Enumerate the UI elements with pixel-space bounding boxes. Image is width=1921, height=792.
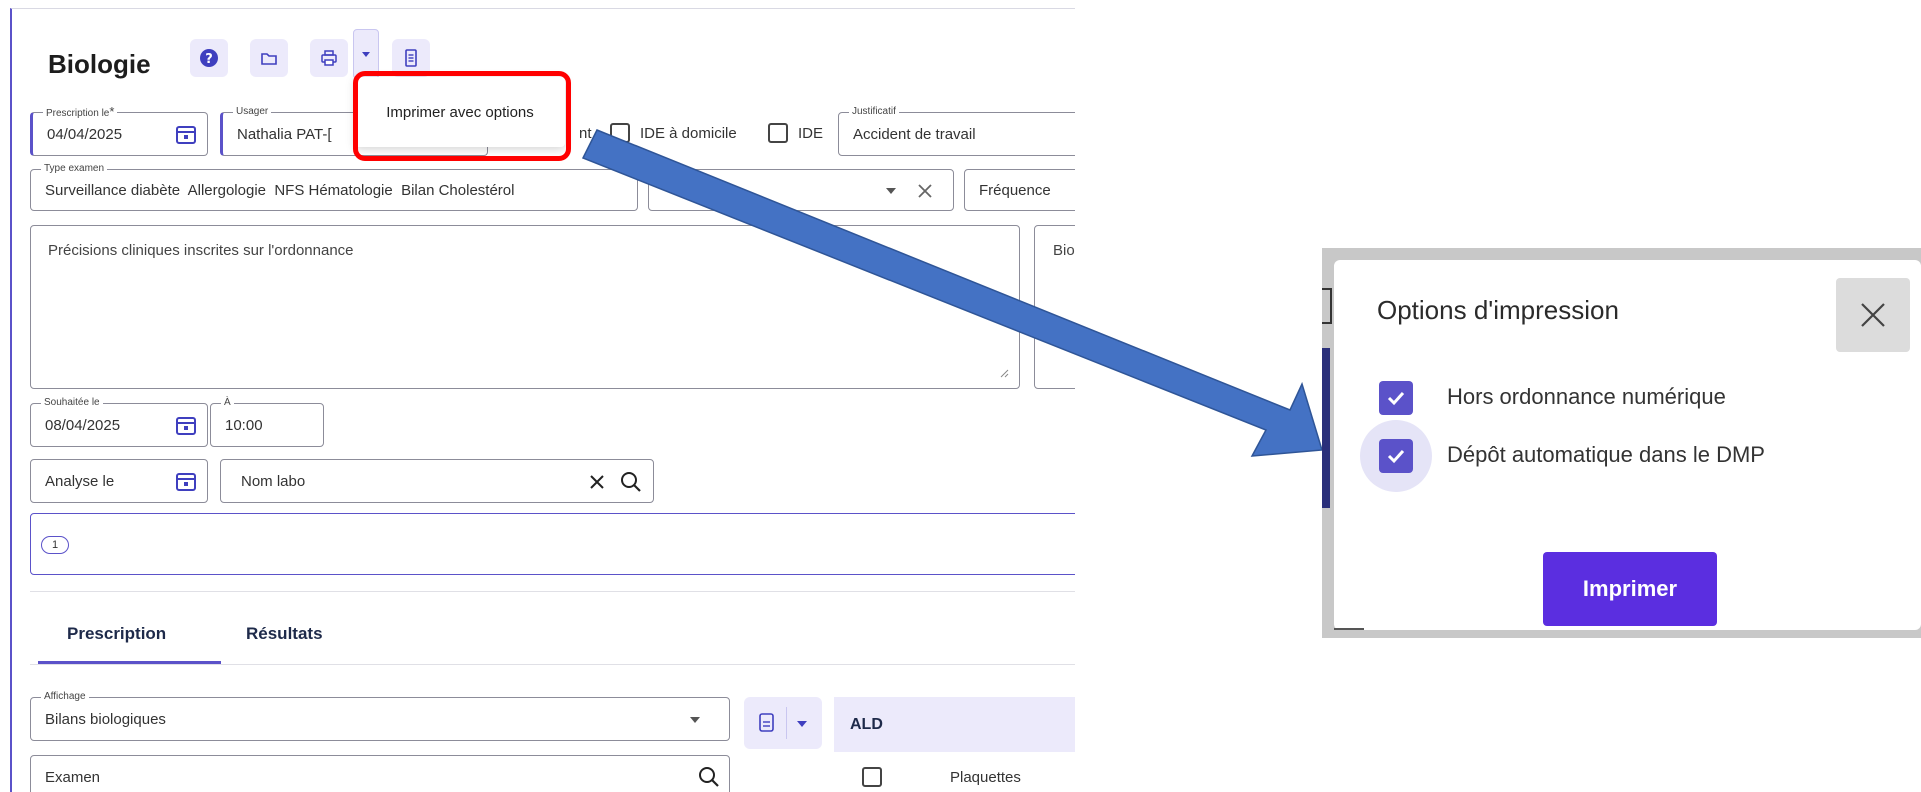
time-label: À — [221, 397, 234, 408]
close-button[interactable] — [1836, 278, 1910, 352]
document-icon — [405, 49, 417, 67]
ide-domicile-checkbox[interactable] — [610, 123, 630, 143]
count-badge: 1 — [41, 536, 69, 554]
prescription-date-value: 04/04/2025 — [47, 125, 123, 143]
ide-domicile-label: IDE à domicile — [640, 125, 737, 142]
hors-ordonnance-label: Hors ordonnance numérique — [1447, 384, 1726, 409]
page-title: Biologie — [48, 49, 151, 79]
depot-dmp-checkbox[interactable] — [1379, 439, 1413, 473]
examen-search-field[interactable]: Examen — [30, 755, 730, 792]
tag-bilan-cholesterol: Bilan Cholestérol — [401, 181, 515, 199]
secondary-select[interactable] — [648, 169, 954, 211]
prescription-date-field[interactable]: Prescription le* 04/04/2025 — [30, 105, 208, 156]
print-options-dialog: Options d'impression Hors ordonnance num… — [1334, 260, 1921, 630]
document-icon — [759, 713, 774, 732]
caret-down-icon[interactable] — [689, 715, 701, 725]
document-button[interactable] — [392, 39, 430, 77]
help-icon: ? — [200, 49, 218, 67]
info-box: 1 — [30, 513, 1075, 575]
imprimer-button[interactable]: Imprimer — [1543, 552, 1717, 626]
print-options-modal: Options d'impression Hors ordonnance num… — [1322, 248, 1921, 638]
search-icon[interactable] — [697, 765, 721, 789]
souhaitee-label: Souhaitée le — [41, 397, 103, 408]
hors-ordonnance-checkbox[interactable] — [1379, 381, 1413, 415]
usager-label: Usager — [233, 106, 272, 117]
depot-dmp-label: Dépôt automatique dans le DMP — [1447, 442, 1765, 467]
check-icon — [1387, 449, 1405, 464]
caret-down-icon — [797, 721, 807, 727]
tabs-divider — [30, 664, 1075, 665]
open-folder-button[interactable] — [250, 39, 288, 77]
analyse-date-field[interactable]: Analyse le — [30, 459, 208, 503]
ide-checkbox[interactable] — [768, 123, 788, 143]
souhaitee-date-field[interactable]: Souhaitée le 08/04/2025 — [30, 397, 208, 447]
frequence-label: Fréquence — [979, 181, 1051, 199]
print-button[interactable] — [310, 39, 348, 77]
type-examen-tags: Surveillance diabète Allergologie NFS Hé… — [45, 182, 514, 199]
document-options-button[interactable] — [744, 697, 822, 749]
souhaitee-value: 08/04/2025 — [45, 416, 121, 434]
affichage-value: Bilans biologiques — [45, 710, 166, 728]
calendar-icon[interactable] — [175, 470, 197, 492]
type-examen-field[interactable]: Type examen Surveillance diabète Allergo… — [30, 163, 638, 211]
calendar-icon[interactable] — [175, 123, 197, 145]
ide-label: IDE — [798, 125, 824, 142]
tag-allergologie: Allergologie — [187, 181, 266, 199]
calendar-icon[interactable] — [175, 414, 197, 436]
tag-nfs-hematologie: NFS Hématologie — [274, 181, 393, 199]
tab-resultats[interactable]: Résultats — [246, 624, 323, 644]
tag-surveillance-diabete: Surveillance diabète — [45, 181, 181, 199]
clear-icon[interactable] — [915, 181, 935, 201]
analyse-placeholder: Analyse le — [45, 472, 115, 490]
affichage-label: Affichage — [41, 691, 89, 702]
close-icon — [1861, 303, 1885, 327]
search-icon[interactable] — [619, 470, 643, 494]
precisions-textarea[interactable]: Précisions cliniques inscrites sur l'ord… — [30, 225, 1020, 389]
time-field[interactable]: À 10:00 — [210, 397, 324, 447]
precisions-placeholder: Précisions cliniques inscrites sur l'ord… — [48, 242, 354, 259]
justificatif-field[interactable]: Justificatif Accident de travail — [838, 106, 1075, 156]
clear-icon[interactable] — [587, 472, 607, 492]
affichage-select[interactable]: Affichage Bilans biologiques — [30, 691, 730, 741]
print-options-menu: Imprimer avec options — [355, 77, 565, 147]
help-button[interactable]: ? — [190, 39, 228, 77]
print-options-toggle[interactable] — [353, 29, 379, 79]
divider — [30, 591, 1075, 592]
usager-value: Nathalia PAT-[ — [237, 125, 332, 143]
prescription-date-label: Prescription le* — [43, 105, 118, 119]
justificatif-value: Accident de travail — [853, 125, 976, 143]
svg-text:?: ? — [205, 52, 213, 67]
caret-down-icon — [362, 52, 370, 57]
bio-placeholder: Bio — [1053, 242, 1075, 259]
time-value: 10:00 — [225, 416, 263, 434]
folder-icon — [261, 53, 277, 65]
partial-checkbox-label: nt — [579, 125, 592, 142]
tab-prescription[interactable]: Prescription — [67, 624, 166, 644]
examen-placeholder: Examen — [45, 768, 101, 786]
resize-handle-icon[interactable] — [999, 368, 1009, 378]
ald-column-header: ALD — [834, 697, 1075, 752]
caret-down-icon[interactable] — [885, 186, 897, 196]
bio-textarea[interactable]: Bio — [1034, 225, 1075, 389]
check-icon — [1387, 391, 1405, 406]
modal-title: Options d'impression — [1377, 295, 1619, 325]
nom-labo-field[interactable]: Nom labo — [220, 459, 654, 503]
printer-icon — [321, 50, 337, 66]
type-examen-label: Type examen — [41, 163, 108, 174]
plaquettes-label: Plaquettes — [950, 769, 1021, 786]
plaquettes-checkbox[interactable] — [862, 767, 882, 787]
nom-labo-placeholder: Nom labo — [241, 472, 306, 490]
justificatif-label: Justificatif — [849, 106, 899, 117]
frequence-field[interactable]: Fréquence — [964, 169, 1075, 211]
print-with-options-item[interactable]: Imprimer avec options — [386, 104, 534, 121]
